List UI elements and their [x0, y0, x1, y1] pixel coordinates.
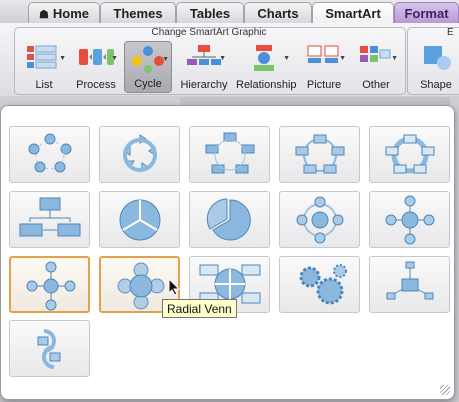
list-label: List — [35, 79, 53, 91]
chevron-down-icon: ▼ — [219, 55, 226, 62]
tab-format-label: Format — [404, 6, 449, 21]
shape-group-title: E — [447, 27, 454, 38]
process-icon — [79, 49, 114, 65]
layout-text-cycle[interactable] — [99, 126, 180, 183]
cycle-arrows-icon — [37, 329, 61, 369]
home-icon: ☗ — [39, 9, 49, 21]
block-cycle-icon — [295, 134, 345, 174]
other-label: Other — [362, 79, 390, 91]
cycle-label: Cycle — [134, 78, 162, 90]
layout-continuous-cycle[interactable] — [369, 126, 450, 183]
layout-cycle-matrix[interactable] — [9, 191, 90, 248]
layout-basic-cycle[interactable] — [9, 126, 90, 183]
layout-cycle-arrows[interactable] — [9, 320, 90, 377]
basic-radial-icon — [385, 195, 435, 245]
tab-tables-label: Tables — [189, 6, 231, 21]
gear-icon — [299, 264, 347, 305]
cycle-matrix-icon — [19, 197, 81, 237]
tab-format[interactable]: Format — [394, 2, 459, 23]
tab-bar: ☗ Home Themes Tables Charts SmartArt Form… — [0, 0, 459, 24]
tab-charts[interactable]: Charts — [244, 2, 312, 23]
cycle-layout-gallery — [0, 105, 455, 400]
tab-charts-label: Charts — [257, 6, 299, 21]
layout-radial-list[interactable] — [369, 256, 450, 313]
text-cycle-icon — [123, 134, 157, 172]
tab-themes[interactable]: Themes — [100, 2, 176, 23]
basic-cycle-icon — [28, 133, 72, 173]
chevron-down-icon: ▼ — [111, 55, 118, 62]
process-button[interactable]: ▼ Process — [72, 41, 120, 93]
continuous-cycle-icon — [385, 134, 435, 174]
ribbon: Change SmartArt Graphic ▼ List ▼ Process… — [0, 23, 459, 97]
picture-icon — [307, 45, 339, 63]
process-label: Process — [76, 79, 116, 91]
radial-list-icon — [386, 261, 434, 300]
picture-label: Picture — [306, 79, 342, 91]
diverging-radial-icon — [26, 261, 76, 311]
hierarchy-icon — [187, 45, 221, 65]
picture-button[interactable]: ▼ Picture — [300, 41, 348, 93]
hierarchy-button[interactable]: ▼ Hierarchy — [180, 41, 228, 93]
layout-pie[interactable] — [189, 191, 270, 248]
chevron-down-icon: ▼ — [162, 56, 169, 63]
chevron-down-icon: ▼ — [283, 55, 290, 62]
group-title: Change SmartArt Graphic — [151, 27, 267, 38]
chevron-down-icon: ▼ — [391, 55, 398, 62]
list-button[interactable]: ▼ List — [20, 41, 68, 93]
layout-radial-cycle[interactable] — [279, 191, 360, 248]
resize-grip[interactable] — [440, 385, 450, 395]
list-icon — [27, 45, 57, 69]
hierarchy-label: Hierarchy — [180, 79, 228, 91]
segmented-cycle-icon — [119, 199, 161, 241]
radial-cycle-icon — [296, 196, 344, 244]
cycle-button[interactable]: ▼ Cycle — [124, 41, 172, 93]
relationship-label: Relationship — [236, 79, 297, 91]
tab-smartart[interactable]: SmartArt — [312, 2, 394, 24]
layout-basic-radial[interactable] — [369, 191, 450, 248]
layout-gear[interactable] — [279, 256, 360, 313]
other-icon — [360, 46, 391, 62]
tooltip: Radial Venn — [162, 299, 237, 318]
relationship-button[interactable]: ▼ Relationship — [236, 41, 297, 93]
tab-tables[interactable]: Tables — [176, 2, 244, 23]
pie-icon — [206, 198, 251, 241]
shape-button[interactable]: Shape — [414, 41, 458, 93]
other-button[interactable]: ▼ Other — [352, 41, 400, 93]
cycle-boxes-icon — [205, 132, 255, 174]
layout-block-cycle[interactable] — [279, 126, 360, 183]
shape-label: Shape — [420, 79, 452, 91]
layout-segmented-cycle[interactable] — [99, 191, 180, 248]
document-toolbar-strip — [180, 97, 450, 105]
layout-cycle-boxes[interactable] — [189, 126, 270, 183]
mouse-cursor-icon — [168, 278, 180, 296]
chevron-down-icon: ▼ — [339, 55, 346, 62]
tab-smartart-label: SmartArt — [325, 6, 381, 21]
tab-home[interactable]: ☗ Home — [28, 2, 100, 23]
tab-themes-label: Themes — [113, 6, 163, 21]
chevron-down-icon: ▼ — [59, 55, 66, 62]
shape-icon — [424, 46, 451, 70]
layout-diverging-radial[interactable] — [9, 256, 90, 313]
relationship-icon — [254, 45, 274, 71]
tab-home-label: Home — [52, 6, 89, 21]
